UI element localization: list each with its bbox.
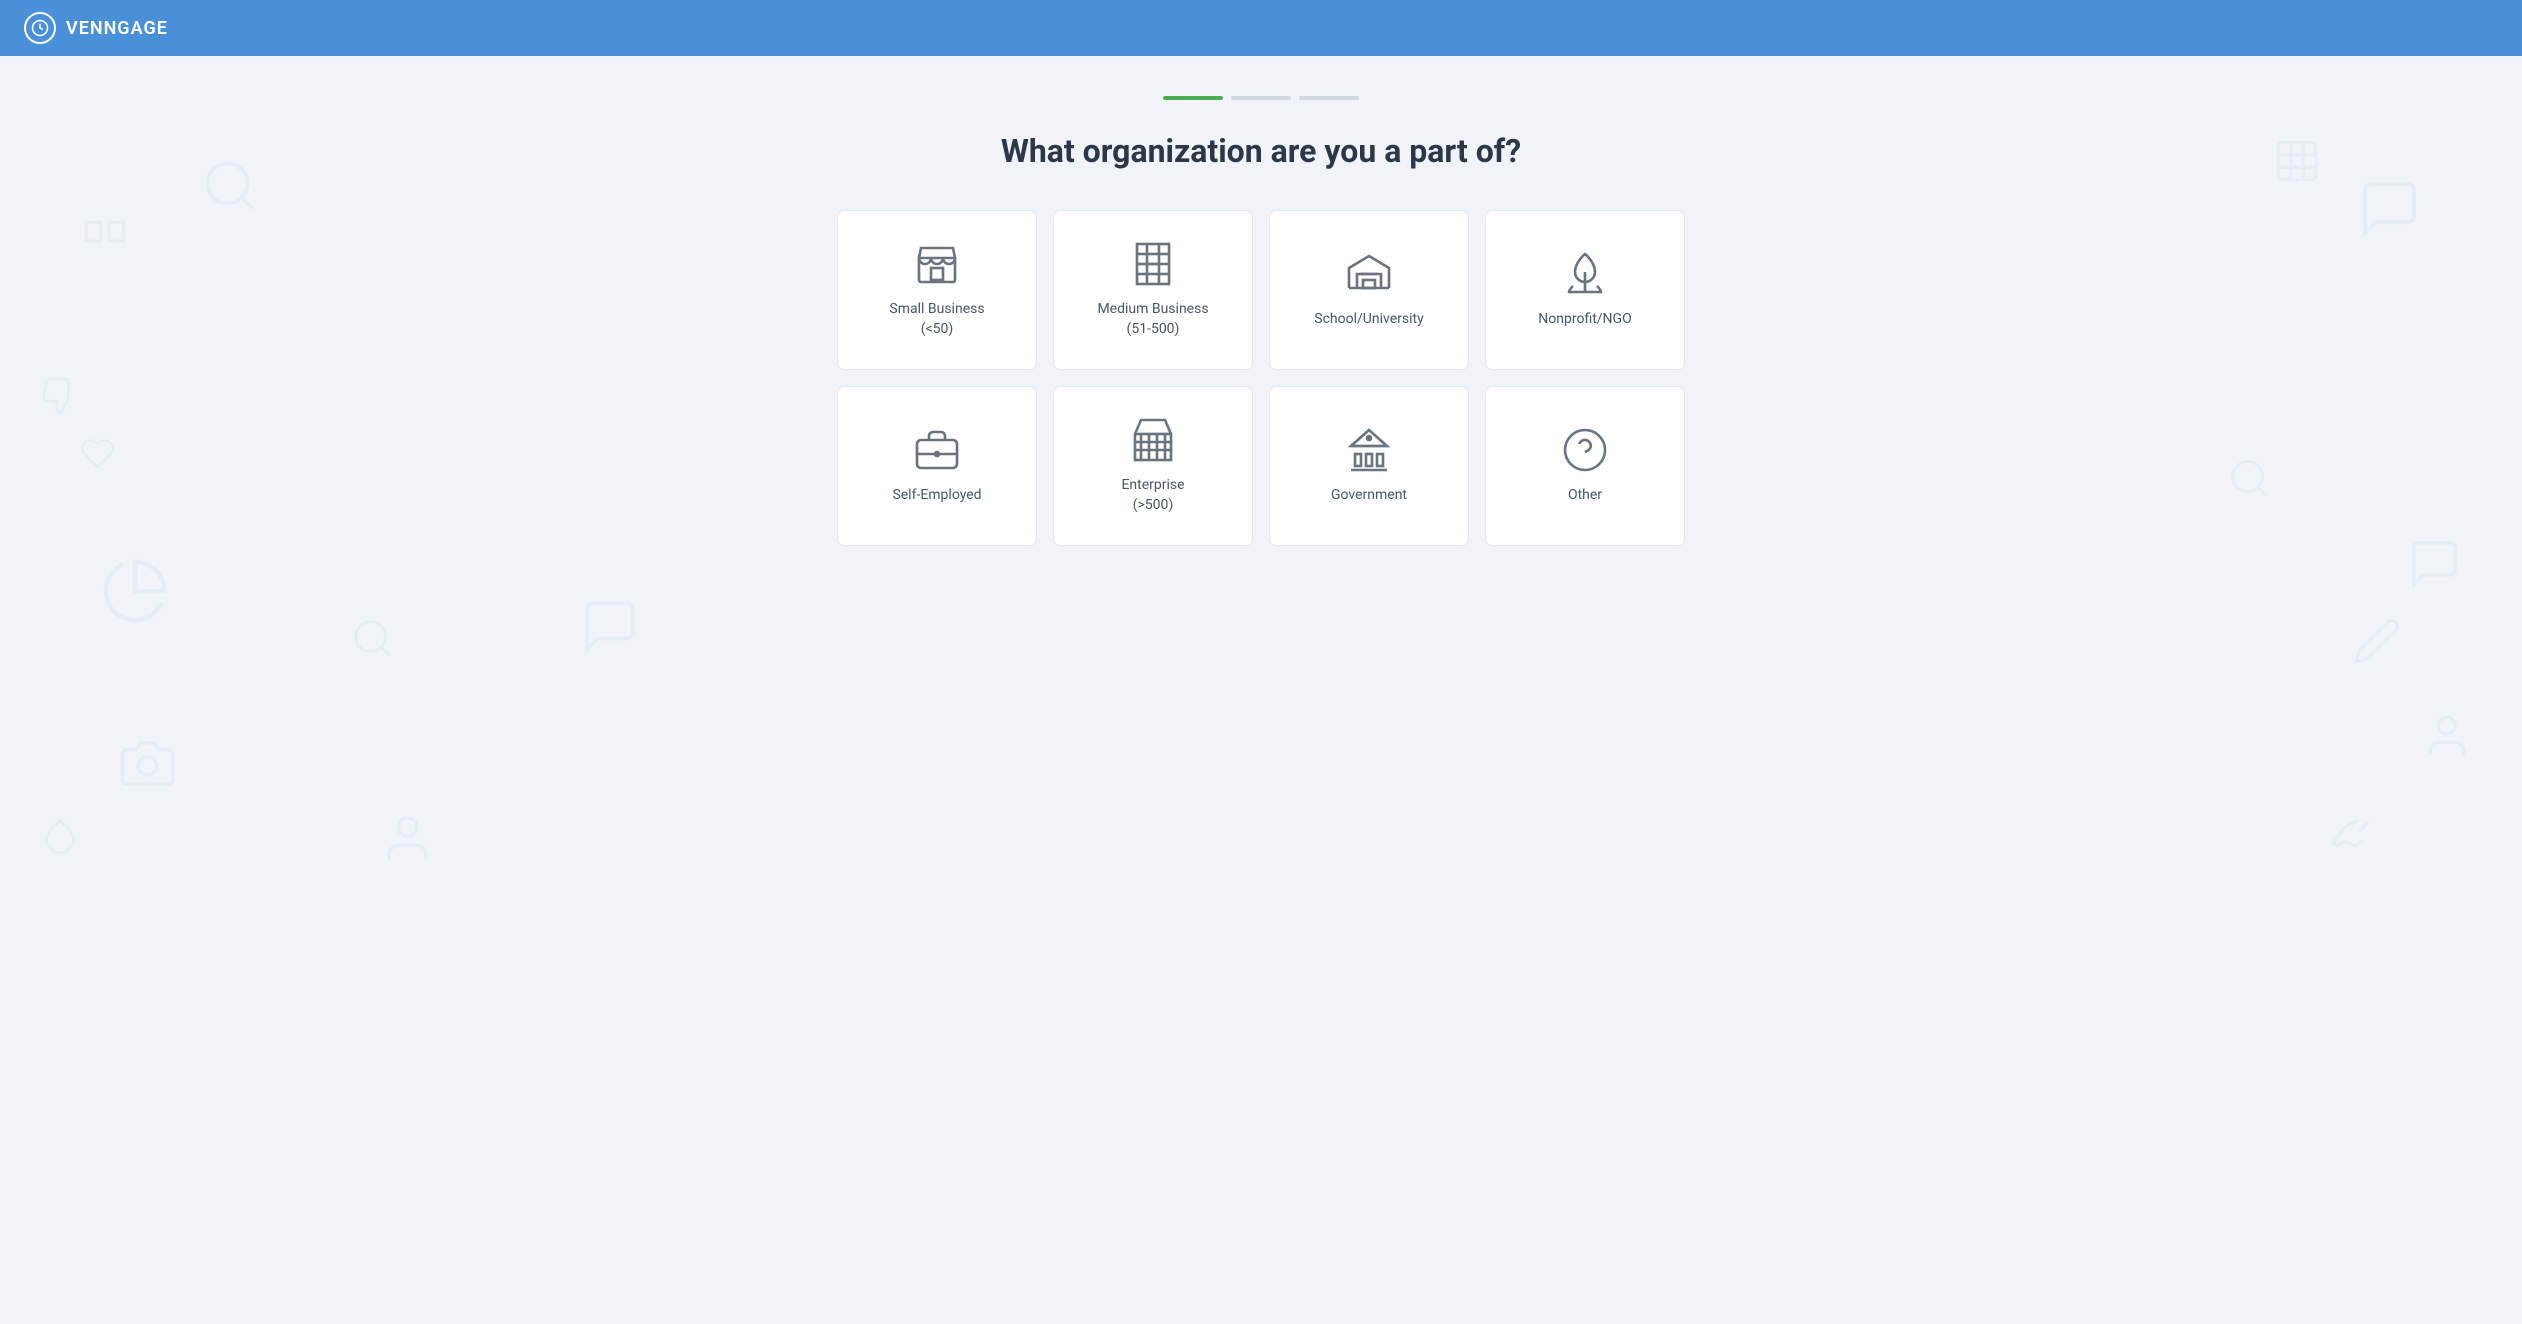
enterprise-icon	[1129, 416, 1177, 464]
briefcase-icon	[913, 426, 961, 474]
option-school-university[interactable]: School/University	[1269, 210, 1469, 370]
question-title: What organization are you a part of?	[1001, 132, 1521, 170]
main-content: What organization are you a part of? Sma…	[0, 56, 2522, 1324]
logo: VENNGAGE	[24, 12, 168, 44]
government-icon	[1345, 426, 1393, 474]
nonprofit-icon	[1561, 250, 1609, 298]
other-icon	[1561, 426, 1609, 474]
option-medium-business[interactable]: Medium Business (51-500)	[1053, 210, 1253, 370]
option-other[interactable]: Other	[1485, 386, 1685, 546]
progress-step-1	[1163, 96, 1223, 100]
government-label: Government	[1331, 486, 1407, 506]
progress-bar	[1163, 96, 1359, 100]
school-university-label: School/University	[1314, 310, 1423, 330]
option-nonprofit-ngo[interactable]: Nonprofit/NGO	[1485, 210, 1685, 370]
option-enterprise[interactable]: Enterprise (>500)	[1053, 386, 1253, 546]
self-employed-label: Self-Employed	[892, 486, 981, 506]
logo-text: VENNGAGE	[66, 18, 168, 39]
progress-step-3	[1299, 96, 1359, 100]
building-icon	[1129, 240, 1177, 288]
option-small-business[interactable]: Small Business (<50)	[837, 210, 1037, 370]
medium-business-label: Medium Business (51-500)	[1097, 300, 1208, 339]
enterprise-label: Enterprise (>500)	[1121, 476, 1184, 515]
option-government[interactable]: Government	[1269, 386, 1469, 546]
school-icon	[1345, 250, 1393, 298]
other-label: Other	[1568, 486, 1602, 506]
option-self-employed[interactable]: Self-Employed	[837, 386, 1037, 546]
header: VENNGAGE	[0, 0, 2522, 56]
nonprofit-ngo-label: Nonprofit/NGO	[1538, 310, 1631, 330]
options-grid: Small Business (<50)	[837, 210, 1685, 546]
store-icon	[913, 240, 961, 288]
logo-icon	[24, 12, 56, 44]
small-business-label: Small Business (<50)	[889, 300, 984, 339]
progress-step-2	[1231, 96, 1291, 100]
